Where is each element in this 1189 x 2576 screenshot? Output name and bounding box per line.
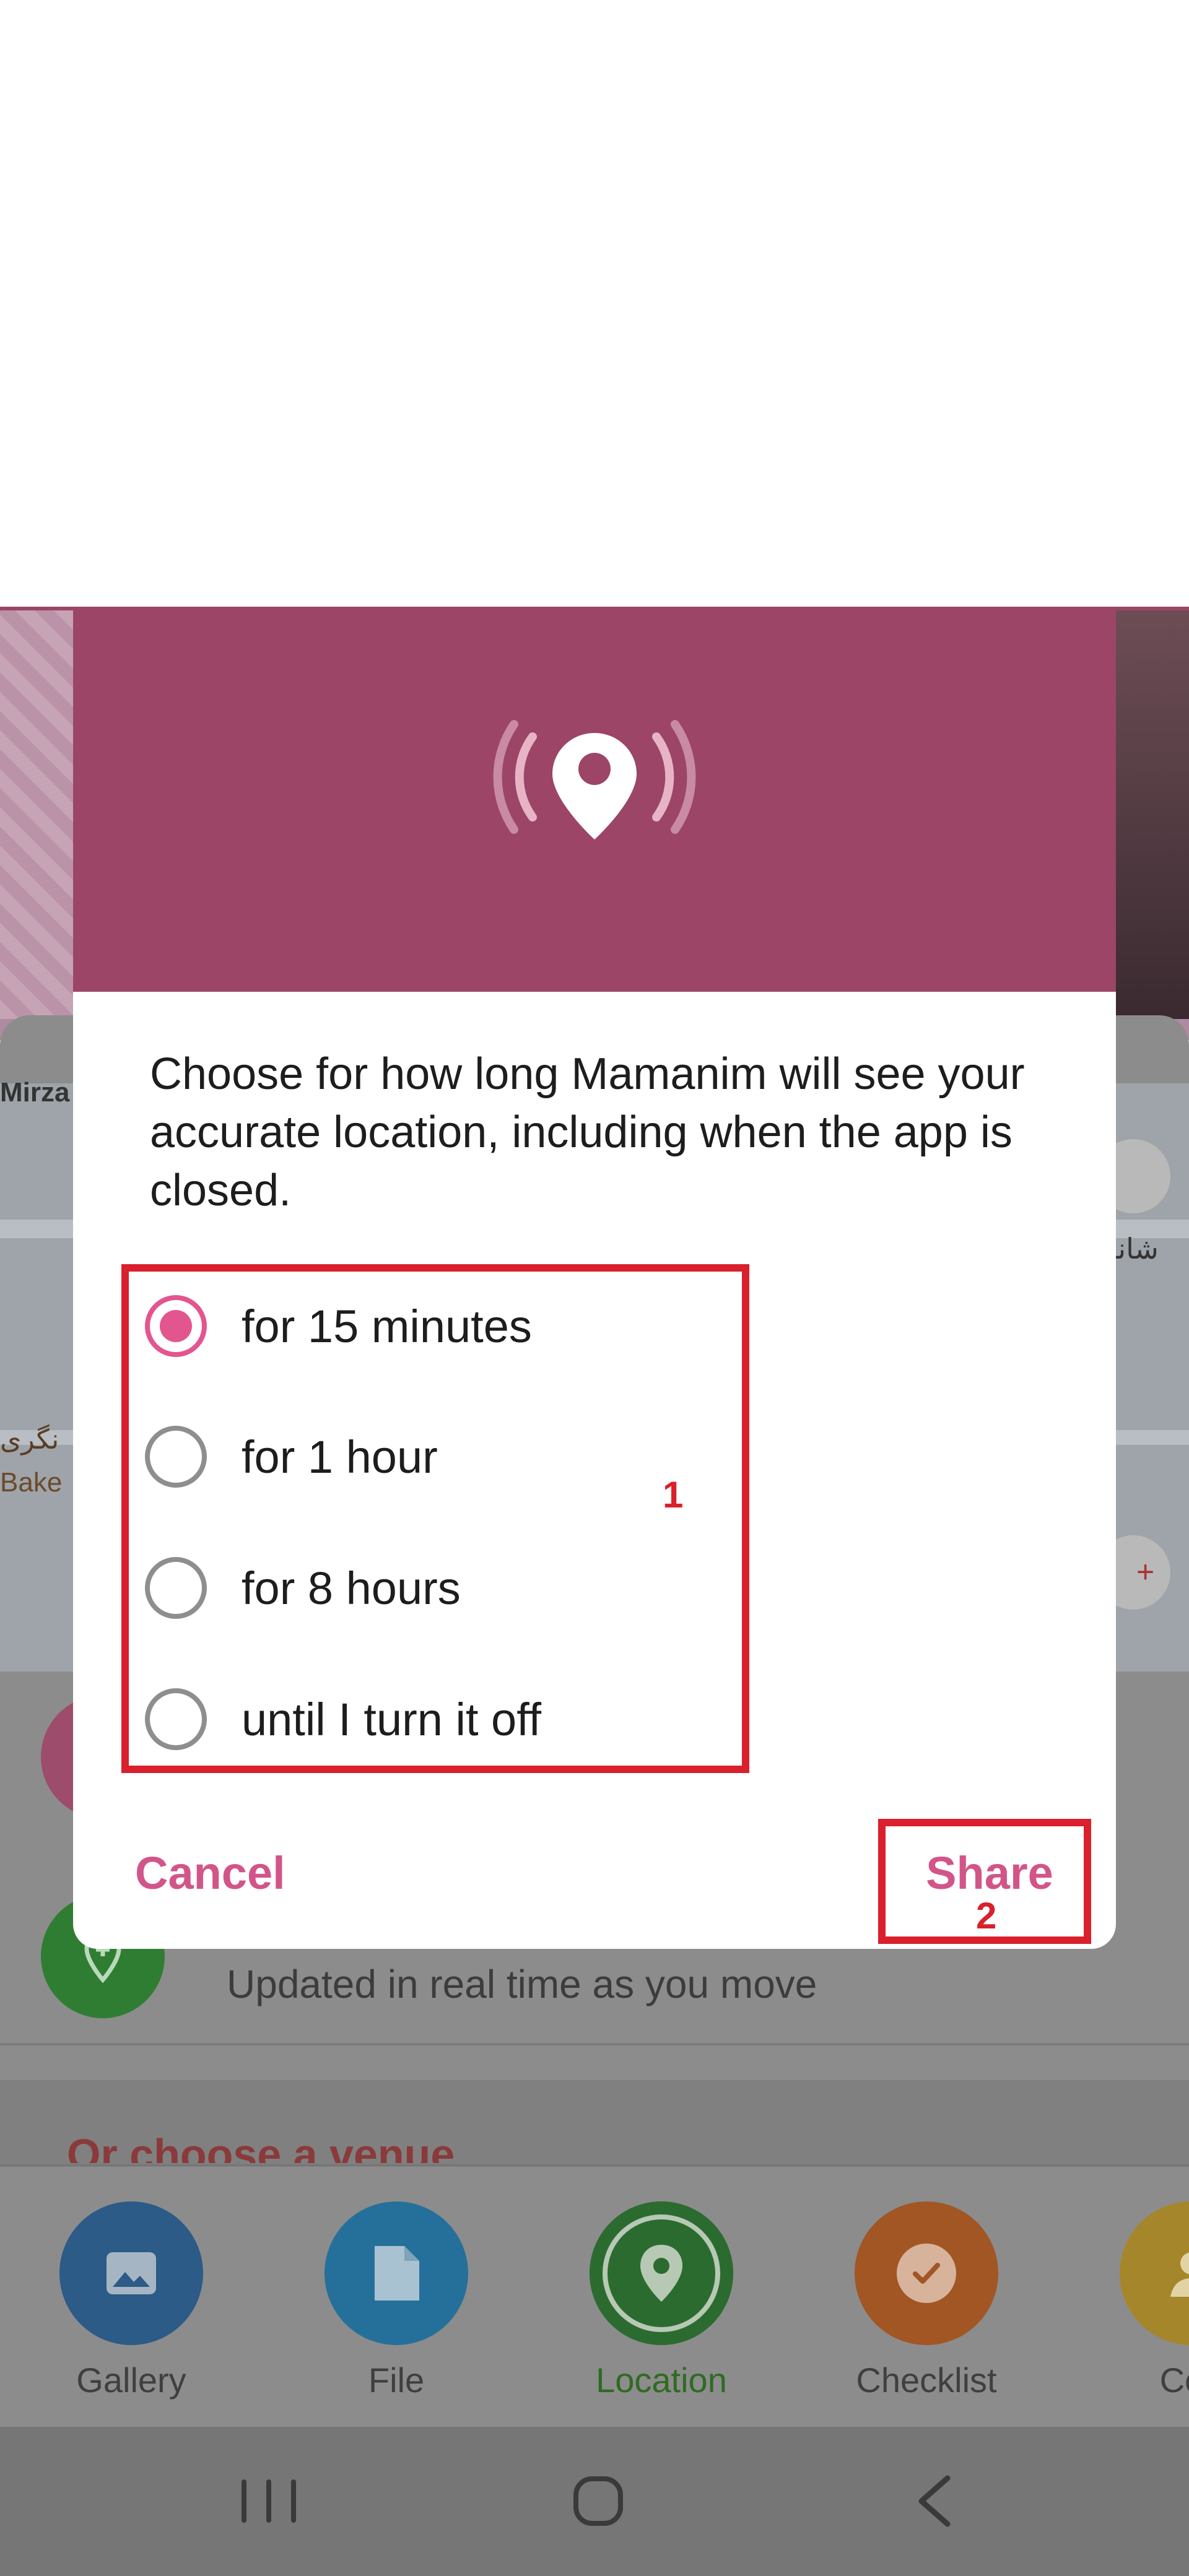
attach-checklist-button[interactable]: Checklist xyxy=(846,2201,1007,2400)
divider xyxy=(0,2043,1189,2045)
chat-wallpaper-right xyxy=(1116,610,1189,1019)
home-icon[interactable] xyxy=(573,2476,623,2526)
back-icon[interactable] xyxy=(910,2473,960,2529)
annotation-box-options xyxy=(121,1264,749,1773)
attach-location-button[interactable]: Location xyxy=(581,2201,742,2400)
file-icon xyxy=(375,2246,419,2301)
annotation-number: 2 xyxy=(976,1895,997,1936)
image-icon xyxy=(107,2252,156,2294)
attach-file-button[interactable]: File xyxy=(316,2201,477,2400)
target-icon: + xyxy=(1136,1555,1155,1589)
map-label: نگری xyxy=(0,1425,59,1455)
attach-label: Checklist xyxy=(856,2361,997,2400)
dialog-header xyxy=(73,607,1116,992)
map-label: Bake xyxy=(0,1467,63,1498)
live-location-subtitle: Updated in real time as you move xyxy=(227,1962,817,2006)
checklist-icon xyxy=(913,2263,940,2284)
divider xyxy=(0,2164,1189,2166)
map-label: Mirza xyxy=(0,1077,70,1108)
recents-icon[interactable] xyxy=(242,2479,297,2523)
venue-heading: Or choose a venue xyxy=(67,2130,455,2163)
contact-icon xyxy=(1170,2252,1189,2297)
attach-gallery-button[interactable]: Gallery xyxy=(51,2201,212,2400)
live-location-icon xyxy=(493,720,696,839)
chat-wallpaper-left xyxy=(0,610,73,1019)
attach-contact-button[interactable]: Con xyxy=(1111,2201,1189,2400)
attach-label: Con xyxy=(1159,2361,1189,2400)
attach-label: Location xyxy=(596,2361,727,2400)
annotation-number: 1 xyxy=(663,1474,684,1516)
attach-label: Gallery xyxy=(76,2361,186,2400)
attach-label: File xyxy=(368,2361,425,2400)
cancel-button[interactable]: Cancel xyxy=(135,1839,321,1907)
dialog-message: Choose for how long Mamanim will see you… xyxy=(150,1049,1025,1215)
location-pin-icon xyxy=(640,2245,682,2302)
